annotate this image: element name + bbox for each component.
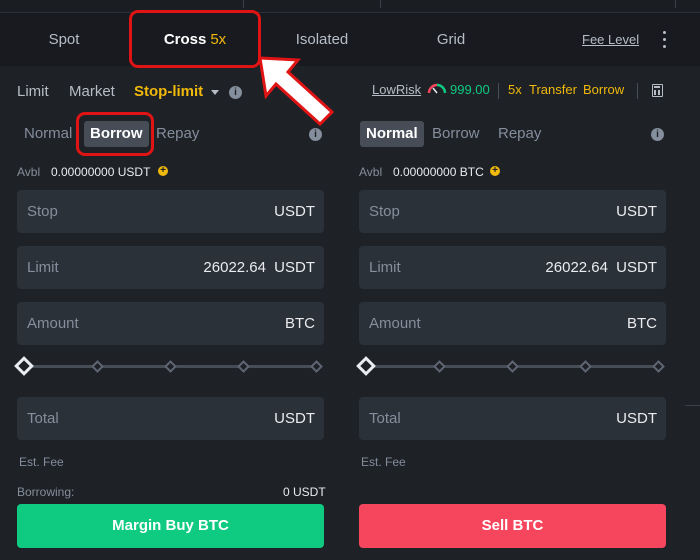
slider-step-100[interactable] (310, 360, 323, 373)
caret-down-icon[interactable] (211, 90, 219, 95)
sell-stop-input[interactable]: Stop USDT (359, 190, 666, 233)
borrowing-value: 0 USDT (283, 485, 326, 499)
buy-limit-unit: USDT (274, 259, 315, 276)
buy-mode-normal[interactable]: Normal (18, 121, 78, 147)
buy-stop-label: Stop (27, 203, 58, 220)
slider-step-50[interactable] (506, 360, 519, 373)
buy-avbl-label: Avbl (17, 165, 41, 179)
slider-step-75[interactable] (579, 360, 592, 373)
sell-mode-borrow[interactable]: Borrow (426, 121, 486, 147)
buy-mode-repay[interactable]: Repay (150, 121, 205, 147)
info-icon[interactable]: i (229, 86, 242, 99)
slider-step-100[interactable] (652, 360, 665, 373)
buy-amount-slider[interactable] (14, 356, 323, 376)
sell-amount-unit: BTC (627, 315, 657, 332)
sell-est-fee: Est. Fee (361, 455, 406, 469)
sell-stop-label: Stop (369, 203, 400, 220)
margin-buy-button[interactable]: Margin Buy BTC (17, 504, 324, 548)
stripe-separator (243, 0, 244, 8)
info-icon[interactable]: i (651, 128, 664, 141)
sell-amount-input[interactable]: Amount BTC (359, 302, 666, 345)
sell-limit-value: 26022.64 (545, 259, 608, 276)
slider-handle[interactable] (356, 356, 376, 376)
sell-mode-repay[interactable]: Repay (492, 121, 547, 147)
kebab-menu-icon[interactable] (658, 31, 670, 51)
divider (498, 83, 499, 99)
order-type-limit[interactable]: Limit (17, 80, 49, 104)
sell-limit-input[interactable]: Limit 26022.64 USDT (359, 246, 666, 289)
risk-value: 999.00 (450, 82, 490, 97)
sell-total-unit: USDT (616, 410, 657, 427)
slider-handle[interactable] (14, 356, 34, 376)
buy-limit-input[interactable]: Limit 26022.64 USDT (17, 246, 324, 289)
order-type-market[interactable]: Market (69, 80, 115, 104)
slider-step-50[interactable] (164, 360, 177, 373)
divider (637, 83, 638, 99)
sell-avbl-value: 0.00000000 BTC (393, 165, 484, 179)
gauge-icon (427, 83, 447, 94)
sell-limit-label: Limit (369, 259, 401, 276)
low-risk-link[interactable]: LowRisk (372, 82, 421, 97)
leverage-link[interactable]: 5x (508, 82, 522, 97)
stripe-separator (380, 0, 381, 8)
plus-circle-icon[interactable]: + (490, 166, 500, 176)
sell-amount-label: Amount (369, 315, 421, 332)
buy-limit-value: 26022.64 (203, 259, 266, 276)
buy-amount-unit: BTC (285, 315, 315, 332)
buy-amount-label: Amount (27, 315, 79, 332)
fee-level-link[interactable]: Fee Level (582, 13, 639, 67)
slider-step-75[interactable] (237, 360, 250, 373)
calculator-icon[interactable] (652, 84, 663, 97)
sell-button[interactable]: Sell BTC (359, 504, 666, 548)
buy-est-fee: Est. Fee (19, 455, 64, 469)
slider-step-25[interactable] (91, 360, 104, 373)
borrow-link[interactable]: Borrow (583, 82, 624, 97)
buy-amount-input[interactable]: Amount BTC (17, 302, 324, 345)
buy-stop-unit: USDT (274, 203, 315, 220)
stripe-separator (675, 0, 676, 8)
borrowing-label: Borrowing: (17, 485, 75, 499)
margin-tab-bar: Spot Cross 5x Isolated Grid Fee Level (0, 12, 700, 66)
sell-stop-unit: USDT (616, 203, 657, 220)
sell-limit-unit: USDT (616, 259, 657, 276)
sell-mode-normal[interactable]: Normal (360, 121, 424, 147)
sell-total-input[interactable]: Total USDT (359, 397, 666, 440)
plus-circle-icon[interactable]: + (158, 166, 168, 176)
buy-limit-label: Limit (27, 259, 59, 276)
buy-total-unit: USDT (274, 410, 315, 427)
sell-avbl-label: Avbl (359, 165, 383, 179)
edge-line (685, 405, 700, 406)
transfer-link[interactable]: Transfer (529, 82, 577, 97)
tab-grid[interactable]: Grid (425, 13, 477, 67)
top-stripe (0, 0, 700, 12)
sell-total-label: Total (369, 410, 401, 427)
annotation-arrow-icon (258, 56, 335, 127)
annotation-highlight-cross-tab (129, 10, 261, 68)
tab-spot[interactable]: Spot (30, 13, 98, 67)
buy-total-input[interactable]: Total USDT (17, 397, 324, 440)
buy-total-label: Total (27, 410, 59, 427)
order-type-stop-limit[interactable]: Stop-limit (134, 80, 203, 104)
buy-avbl-value: 0.00000000 USDT (51, 165, 151, 179)
slider-step-25[interactable] (433, 360, 446, 373)
annotation-highlight-borrow-mode (76, 112, 154, 156)
sell-amount-slider[interactable] (356, 356, 665, 376)
buy-stop-input[interactable]: Stop USDT (17, 190, 324, 233)
